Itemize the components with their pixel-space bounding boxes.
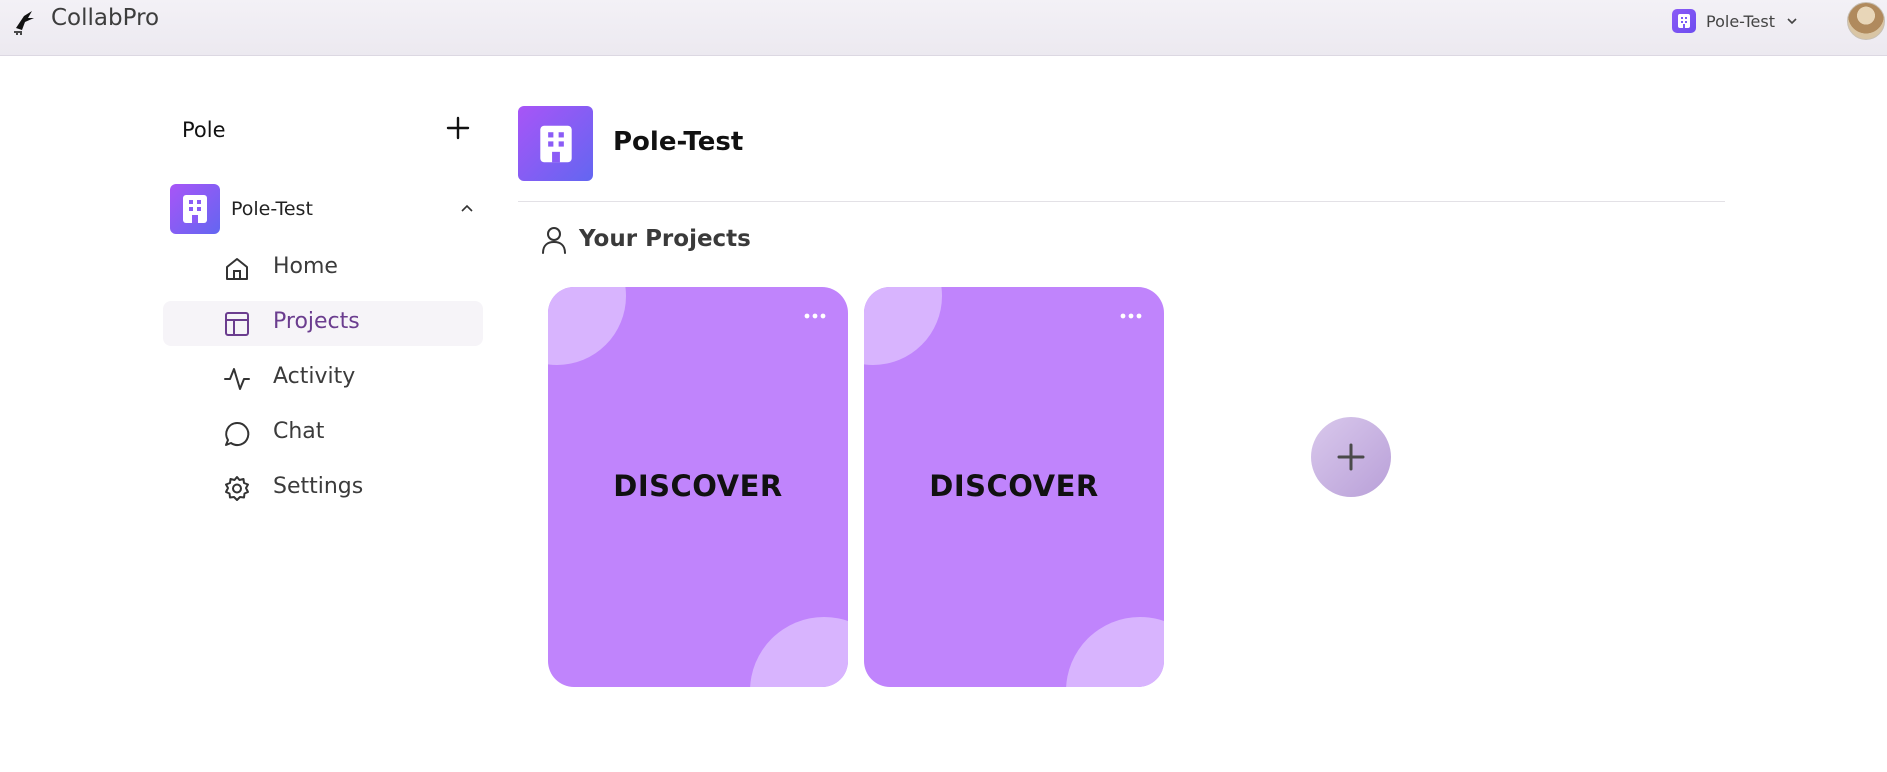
- logo-icon[interactable]: [10, 6, 36, 36]
- top-bar: CollabPro Pole-Test: [0, 0, 1887, 56]
- more-icon[interactable]: [802, 309, 828, 323]
- sidebar-item-chat[interactable]: Chat: [163, 411, 483, 456]
- sidebar-item-home[interactable]: Home: [163, 246, 483, 291]
- project-card-title: DISCOVER: [613, 469, 783, 503]
- plus-icon[interactable]: [444, 114, 472, 142]
- chevron-up-icon[interactable]: [458, 200, 476, 218]
- sidebar-item-projects[interactable]: Projects: [163, 301, 483, 346]
- chat-icon: [225, 421, 250, 446]
- project-card-title: DISCOVER: [929, 469, 1099, 503]
- workspace-name: Pole-Test: [1706, 11, 1775, 31]
- sidebar-item-label: Projects: [273, 309, 360, 334]
- section-title: Your Projects: [579, 226, 751, 252]
- sidebar-item-label: Activity: [273, 364, 356, 389]
- sidebar-org-label: Pole-Test: [231, 198, 313, 220]
- sidebar-org-pole-test[interactable]: Pole-Test: [170, 184, 476, 234]
- sidebar-item-activity[interactable]: Activity: [163, 356, 483, 401]
- building-icon: [539, 125, 572, 162]
- building-icon: [1672, 9, 1696, 33]
- sidebar-item-settings[interactable]: Settings: [163, 466, 483, 511]
- more-icon[interactable]: [1118, 309, 1144, 323]
- home-icon: [226, 258, 248, 280]
- plus-icon: [1337, 443, 1365, 471]
- layout-icon: [225, 312, 249, 336]
- project-card[interactable]: DISCOVER: [864, 287, 1164, 687]
- card-decoration: [548, 287, 626, 365]
- add-project-button[interactable]: [1311, 417, 1391, 497]
- chevron-down-icon: [1787, 18, 1797, 25]
- avatar[interactable]: [1847, 2, 1885, 40]
- org-avatar: [518, 106, 593, 181]
- app-title[interactable]: CollabPro: [51, 5, 159, 31]
- card-decoration: [750, 617, 848, 687]
- project-card[interactable]: DISCOVER: [548, 287, 848, 687]
- sidebar-item-label: Settings: [273, 474, 364, 499]
- user-icon: [542, 227, 566, 254]
- activity-icon: [224, 368, 250, 390]
- sidebar-item-label: Home: [273, 254, 338, 279]
- building-icon: [170, 184, 220, 234]
- card-decoration: [864, 287, 942, 365]
- card-decoration: [1066, 617, 1164, 687]
- divider: [518, 201, 1725, 202]
- page-title: Pole-Test: [613, 127, 744, 157]
- gear-icon: [225, 476, 249, 501]
- sidebar-heading: Pole: [182, 118, 226, 142]
- sidebar-item-label: Chat: [273, 419, 325, 444]
- workspace-switcher[interactable]: Pole-Test: [1672, 8, 1799, 34]
